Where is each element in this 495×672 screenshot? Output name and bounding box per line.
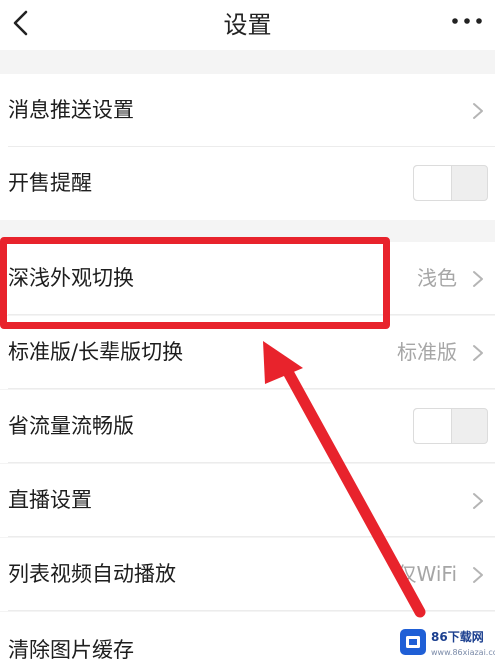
settings-row-version-mode[interactable]: 标准版/长辈版切换 标准版 — [0, 316, 495, 389]
sale-reminder-toggle[interactable] — [413, 165, 488, 201]
appearance-label: 深浅外观切换 — [8, 266, 134, 290]
chevron-right-icon — [473, 271, 483, 287]
page-title: 设置 — [223, 11, 272, 39]
clear-cache-label: 清除图片缓存 — [8, 638, 134, 662]
settings-row-push-notifications[interactable]: 消息推送设置 — [0, 74, 495, 147]
appearance-value: 浅色 — [417, 266, 457, 290]
chevron-right-icon — [473, 567, 483, 583]
settings-row-autoplay[interactable]: 列表视频自动播放 仅WiFi — [0, 538, 495, 611]
more-options-icon[interactable] — [447, 10, 487, 32]
toggle-knob — [414, 409, 452, 443]
settings-row-appearance[interactable]: 深浅外观切换 浅色 — [0, 242, 495, 315]
chevron-right-icon — [473, 493, 483, 509]
settings-row-sale-reminder: 开售提醒 — [0, 147, 495, 220]
divider — [8, 462, 495, 463]
settings-row-data-saver: 省流量流畅版 — [0, 390, 495, 463]
data-saver-toggle[interactable] — [413, 408, 488, 444]
watermark: 86下载网 www.86xiazai.com — [393, 620, 495, 672]
watermark-url: www.86xiazai.com — [431, 648, 495, 657]
data-saver-label: 省流量流畅版 — [8, 414, 134, 438]
divider — [8, 610, 495, 611]
chevron-right-icon — [473, 345, 483, 361]
autoplay-label: 列表视频自动播放 — [8, 562, 176, 586]
divider — [8, 314, 495, 315]
live-settings-label: 直播设置 — [8, 488, 92, 512]
navigation-bar: 设置 — [0, 0, 495, 50]
push-notifications-label: 消息推送设置 — [8, 98, 134, 122]
autoplay-value: 仅WiFi — [396, 562, 458, 586]
section-spacer — [0, 220, 495, 242]
site-logo-icon — [400, 629, 426, 655]
divider — [8, 388, 495, 389]
section-spacer — [0, 50, 495, 74]
chevron-right-icon — [473, 103, 483, 119]
version-mode-label: 标准版/长辈版切换 — [8, 340, 184, 364]
settings-row-live-settings[interactable]: 直播设置 — [0, 464, 495, 537]
watermark-brand: 86下载网 — [431, 630, 484, 644]
sale-reminder-label: 开售提醒 — [8, 171, 92, 195]
divider — [8, 536, 495, 537]
version-mode-value: 标准版 — [397, 340, 457, 364]
toggle-knob — [414, 166, 452, 200]
